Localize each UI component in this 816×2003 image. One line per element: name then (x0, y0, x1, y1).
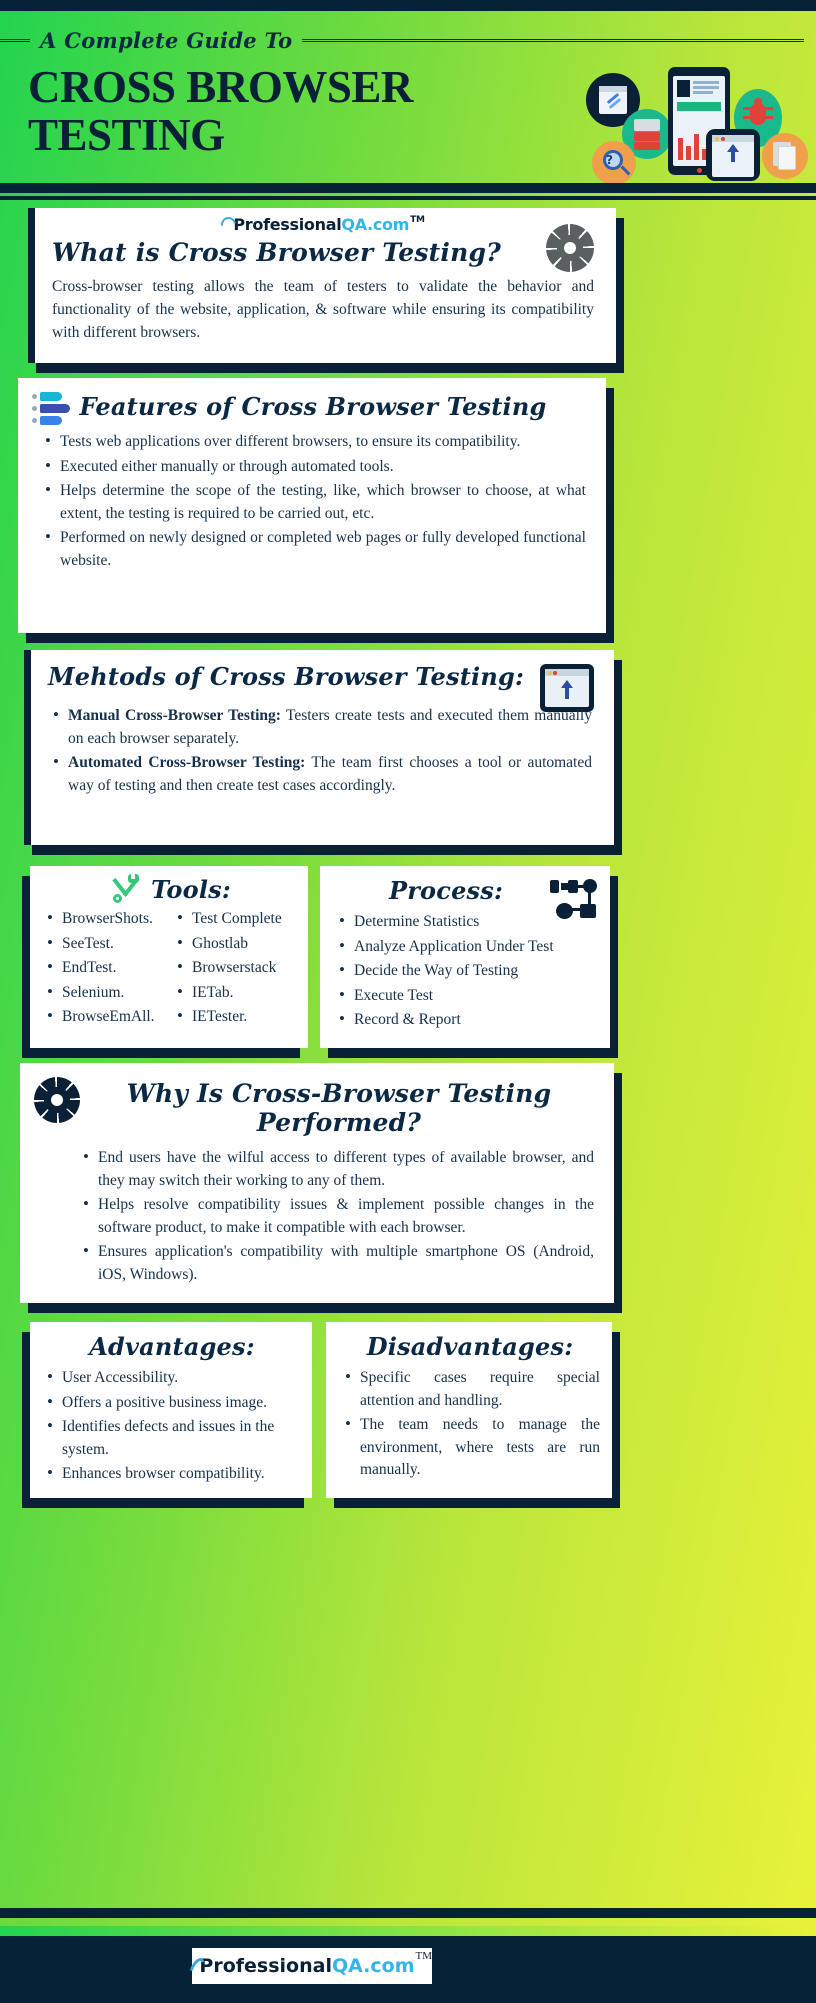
header-divider-thin (0, 196, 816, 200)
card-surface: Why Is Cross-Browser Testing Performed? … (20, 1063, 614, 1303)
list-item: Browserstack (172, 956, 298, 980)
card-surface: Mehtods of Cross Browser Testing: Manual… (24, 650, 614, 845)
what-is-paragraph: Cross-browser testing allows the team of… (52, 278, 594, 341)
card-accent-bar (24, 650, 31, 845)
list-item: Analyze Application Under Test (334, 935, 598, 959)
logo-name-blue: QA.com (341, 215, 410, 234)
tools-list-right: Test Complete Ghostlab Browserstack IETa… (172, 907, 298, 1031)
list-item: Identifies defects and issues in the sys… (42, 1415, 302, 1461)
list-item-label: Manual Cross-Browser Testing: (68, 707, 281, 724)
logo-name-blue: QA.com (331, 1955, 415, 1977)
process-card: Process: Determine Statistics Analyze Ap… (320, 866, 618, 1058)
list-item: Executed either manually or through auto… (40, 455, 586, 479)
features-card: Features of Cross Browser Testing Tests … (18, 378, 614, 643)
why-card: Why Is Cross-Browser Testing Performed? … (20, 1063, 622, 1313)
list-item: Tests web applications over different br… (40, 430, 586, 454)
documents-icon (762, 133, 808, 179)
page-title-line-1: CROSS BROWSER (28, 62, 413, 112)
card-surface: Tools: BrowserShots. SeeTest. EndTest. S… (30, 866, 308, 1048)
list-item: BrowseEmAll. (42, 1005, 168, 1029)
page-title-line-2: TESTING (28, 110, 225, 160)
list-item: Offers a positive business image. (42, 1391, 302, 1415)
tools-list-left: BrowserShots. SeeTest. EndTest. Selenium… (42, 907, 168, 1031)
kicker-rule-left (0, 38, 30, 42)
card-surface: Advantages: User Accessibility. Offers a… (30, 1322, 312, 1498)
list-item: Selenium. (42, 981, 168, 1005)
footer-brand-logo: Professional QA.com TM (187, 1948, 433, 1984)
list-item: Specific cases require special attention… (340, 1366, 600, 1412)
why-list: End users have the wilful access to diff… (40, 1146, 594, 1286)
methods-card: Mehtods of Cross Browser Testing: Manual… (24, 650, 622, 855)
magnifier-question-icon: ? (592, 141, 636, 185)
page-title: CROSS BROWSER TESTING (28, 63, 458, 159)
header-divider-thick (0, 183, 816, 193)
list-item: Helps resolve compatibility issues & imp… (78, 1193, 594, 1239)
methods-list: Manual Cross-Browser Testing: Testers cr… (48, 704, 592, 797)
list-item: Decide the Way of Testing (334, 959, 598, 983)
list-item: User Accessibility. (42, 1366, 302, 1390)
list-item: The team needs to manage the environment… (340, 1413, 600, 1482)
process-list: Determine Statistics Analyze Application… (334, 910, 598, 1032)
list-item: Performed on newly designed or completed… (40, 526, 586, 572)
brand-logo: Professional QA.com TM (52, 214, 594, 235)
methods-heading: Mehtods of Cross Browser Testing: (48, 662, 525, 691)
kicker-label: A Complete Guide To (40, 27, 293, 53)
list-item-label: Automated Cross-Browser Testing: (68, 754, 306, 771)
list-item: IETester. (172, 1005, 298, 1029)
advantages-list: User Accessibility. Offers a positive bu… (42, 1366, 302, 1486)
disadvantages-card: Disadvantages: Specific cases require sp… (326, 1322, 620, 1508)
list-item: EndTest. (42, 956, 168, 980)
list-item: Enhances browser compatibility. (42, 1462, 302, 1486)
list-item: Helps determine the scope of the testing… (40, 479, 586, 525)
gear-icon (546, 224, 594, 272)
wrench-screwdriver-icon (109, 874, 143, 904)
footer-green-band (0, 1926, 816, 1936)
list-item: Ghostlab (172, 932, 298, 956)
list-item: Execute Test (334, 984, 598, 1008)
logo-trademark: TM (410, 215, 425, 225)
footer-navy-band (0, 1908, 816, 1918)
hero-icon-cluster: ? (576, 67, 808, 185)
logo-trademark: TM (415, 1950, 433, 1962)
tools-heading: Tools: (151, 874, 231, 904)
header: A Complete Guide To CROSS BROWSER TESTIN… (0, 11, 816, 185)
tools-card: Tools: BrowserShots. SeeTest. EndTest. S… (22, 866, 308, 1058)
logo-name-dark: Professional (233, 215, 342, 234)
list-item: Determine Statistics (334, 910, 598, 934)
advantages-card: Advantages: User Accessibility. Offers a… (22, 1322, 312, 1508)
card-surface: Disadvantages: Specific cases require sp… (326, 1322, 612, 1498)
features-heading: Features of Cross Browser Testing (79, 392, 547, 421)
list-item: Ensures application's compatibility with… (78, 1240, 594, 1286)
logo-name-dark: Professional (199, 1955, 332, 1977)
list-item: Automated Cross-Browser Testing: The tea… (48, 751, 592, 797)
kicker-row: A Complete Guide To (0, 23, 816, 57)
list-item: BrowserShots. (42, 907, 168, 931)
list-item: IETab. (172, 981, 298, 1005)
bottom-frame-bar (0, 1993, 816, 2003)
what-is-card: Professional QA.com TM What is Cross Bro… (28, 208, 624, 373)
kicker-rule-right (302, 38, 804, 42)
gear-icon (34, 1077, 80, 1123)
list-bars-icon (32, 392, 72, 430)
gear-hole (51, 1094, 63, 1106)
card-accent-bar (28, 208, 35, 363)
card-surface: Features of Cross Browser Testing Tests … (18, 378, 606, 633)
list-item: End users have the wilful access to diff… (78, 1146, 594, 1192)
list-item: Test Complete (172, 907, 298, 931)
advantages-heading: Advantages: (89, 1332, 255, 1361)
list-item: SeeTest. (42, 932, 168, 956)
top-frame-bar (0, 0, 816, 11)
disadvantages-heading: Disadvantages: (366, 1332, 574, 1361)
why-heading: Why Is Cross-Browser Testing Performed? (126, 1079, 552, 1137)
list-item: Record & Report (334, 1008, 598, 1032)
card-surface: Professional QA.com TM What is Cross Bro… (28, 208, 616, 363)
list-item: Manual Cross-Browser Testing: Testers cr… (48, 704, 592, 750)
upload-browser-icon (706, 129, 760, 181)
what-is-heading: What is Cross Browser Testing? (52, 238, 501, 267)
card-surface: Process: Determine Statistics Analyze Ap… (320, 866, 610, 1048)
disadvantages-list: Specific cases require special attention… (340, 1366, 600, 1482)
features-list: Tests web applications over different br… (40, 430, 586, 572)
